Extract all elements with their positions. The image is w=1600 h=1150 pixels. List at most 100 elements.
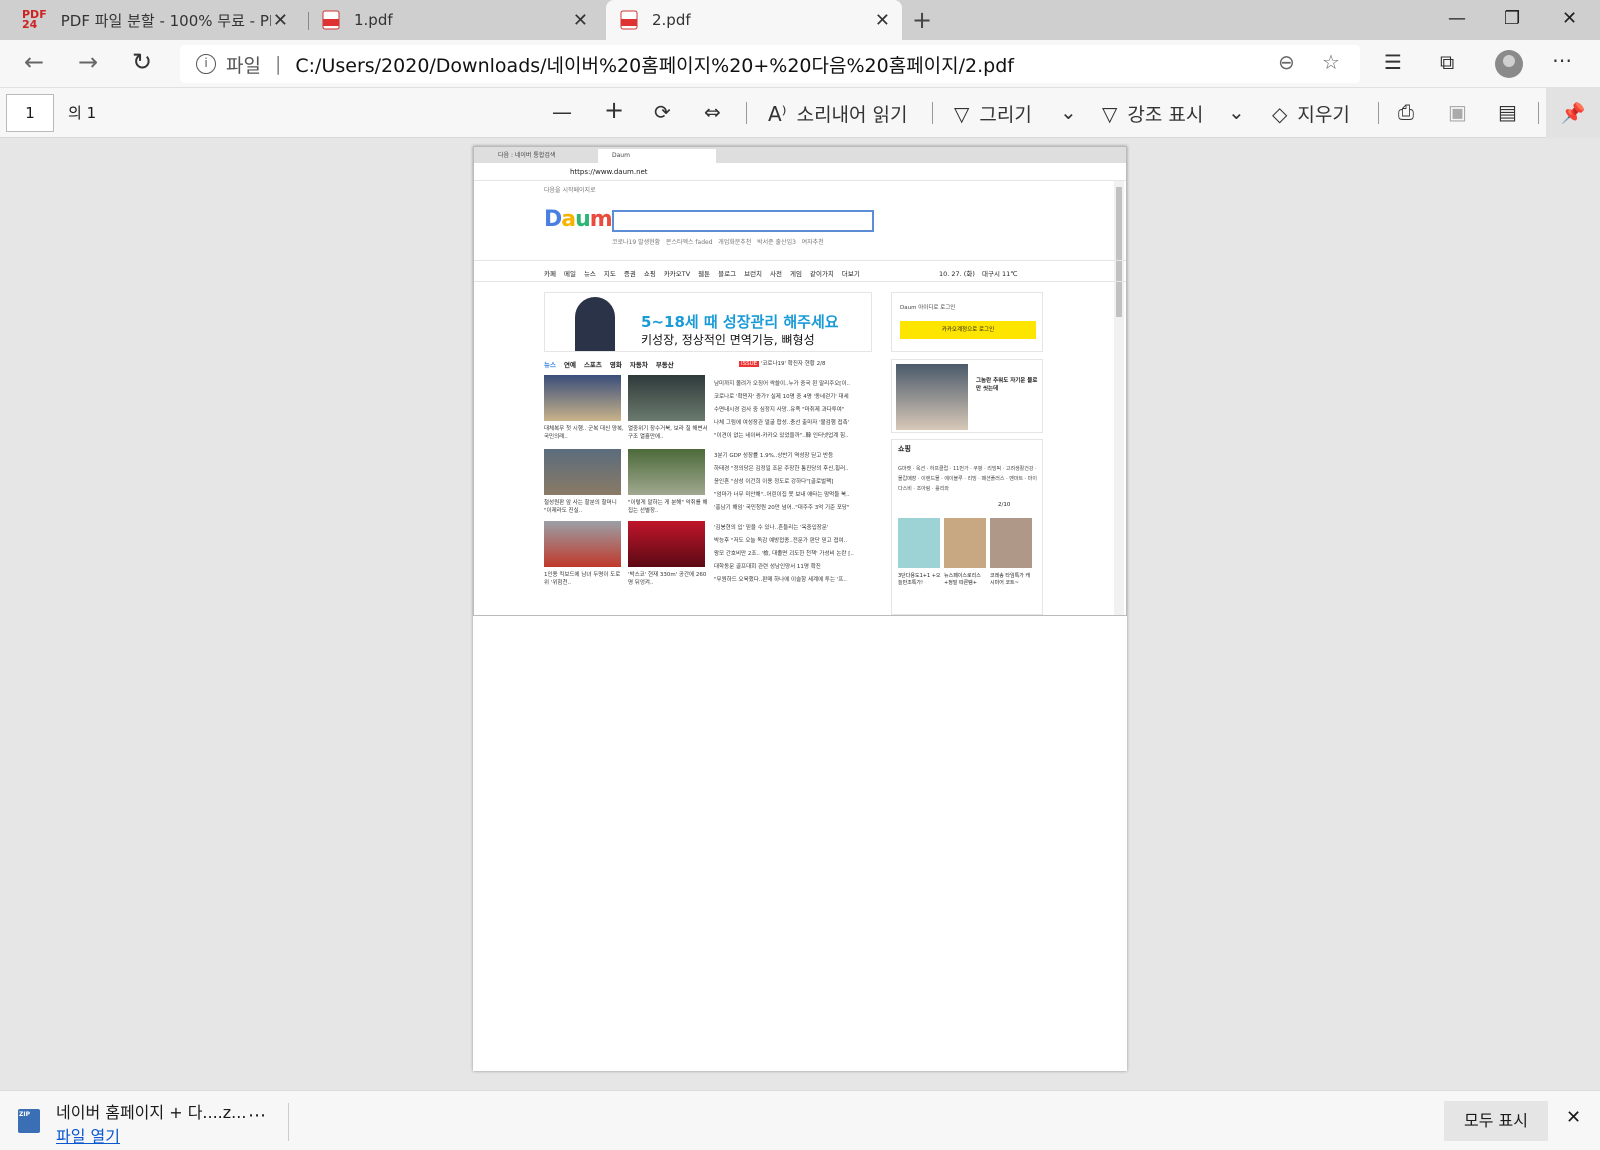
favorites-icon[interactable]: ☰ bbox=[1384, 50, 1402, 74]
show-all-button[interactable]: 모두 표시 bbox=[1444, 1101, 1548, 1141]
mini-scrollbar bbox=[1114, 181, 1124, 615]
pdf-file-icon bbox=[322, 10, 340, 30]
shop-caption: 뉴스페이스로리스 +정밀 따른템+ bbox=[944, 573, 981, 586]
banner-subtitle: 키성장, 정상적인 면역기능, 뼈형성 bbox=[641, 333, 815, 347]
shop-thumbnail bbox=[898, 518, 940, 568]
zoom-icon[interactable]: ⊖ bbox=[1278, 50, 1295, 74]
news-tab: 뉴스 bbox=[544, 361, 556, 369]
tab-label: 1.pdf bbox=[354, 11, 393, 29]
side-ad-text: 그놈란 추워도 자기운 물로만 씻는데 bbox=[976, 378, 1038, 392]
news-tab: 스포츠 bbox=[583, 361, 602, 369]
open-file-link[interactable]: 파일 열기 bbox=[56, 1123, 120, 1147]
daum-nav-item: 사전 bbox=[770, 270, 783, 278]
profile-avatar[interactable] bbox=[1495, 50, 1523, 78]
banner-title: 5~18세 때 성장관리 해주세요 bbox=[641, 313, 839, 331]
shopping-box: 쇼핑 G마켓 · 옥션 · 하프클럽 · 11번가 · 쿠팡 · 리빙픽 · 고… bbox=[891, 439, 1043, 615]
ad-banner: 5~18세 때 성장관리 해주세요 키성장, 정상적인 면역기능, 뼈형성 bbox=[544, 292, 872, 352]
daum-nav-item: 카페 bbox=[544, 270, 556, 278]
highlight-button[interactable]: ▽ 강조 표시 bbox=[1102, 100, 1203, 127]
read-aloud-label: 소리내어 읽기 bbox=[796, 104, 908, 126]
daum-nav-item: 더보기 bbox=[841, 270, 860, 278]
address-prefix: 파일 bbox=[226, 54, 261, 77]
save-as-icon[interactable]: ▤ bbox=[1498, 100, 1517, 124]
issue-text: ISSUE '코로나19' 확진자 현황 2/8 bbox=[739, 359, 825, 367]
news-tab: 자동차 bbox=[629, 361, 648, 369]
address-url: C:/Users/2020/Downloads/네이버%20홈페이지%20+%2… bbox=[295, 54, 1014, 77]
highlight-options-chevron-icon[interactable]: ⌄ bbox=[1228, 100, 1245, 124]
address-divider: | bbox=[274, 53, 282, 75]
shop-thumbnail bbox=[944, 518, 986, 568]
pdf24-icon: PDF 24 bbox=[22, 8, 47, 31]
news-thumbnail bbox=[628, 449, 705, 495]
read-aloud-button[interactable]: A⁾ 소리내어 읽기 bbox=[768, 100, 908, 127]
news-caption: 1인용 킥보드에 남녀 두명이 도로 위 '위험천.. bbox=[544, 572, 621, 586]
tab-bar: PDF24 PDF 파일 분할 - 100% 무료 - PDF24 Tools … bbox=[0, 0, 1600, 40]
minimize-button[interactable]: — bbox=[1448, 8, 1466, 29]
side-ad-image bbox=[896, 364, 968, 430]
address-input[interactable]: i 파일 | C:/Users/2020/Downloads/네이버%20홈페이… bbox=[180, 45, 1360, 83]
shop-thumbnail bbox=[990, 518, 1032, 568]
news-thumbnail bbox=[628, 521, 705, 567]
kakao-login-button: 카카오계정으로 로그인 bbox=[900, 321, 1036, 339]
daum-nav-item: 브런치 bbox=[744, 270, 763, 278]
shop-caption: 3단다용도1+1 +오늘만조특가! bbox=[898, 573, 941, 586]
start-page-link: 다음을 시작페이지로 bbox=[544, 187, 596, 194]
shopping-page: 2/10 bbox=[998, 502, 1011, 508]
more-icon[interactable]: ⋯ bbox=[1552, 48, 1572, 72]
fit-width-icon[interactable]: ⇔ bbox=[704, 100, 721, 124]
draw-options-chevron-icon[interactable]: ⌄ bbox=[1060, 100, 1077, 124]
daum-nav-item: 게임 bbox=[790, 270, 802, 278]
highlight-label: 강조 표시 bbox=[1127, 104, 1204, 126]
forward-icon[interactable]: → bbox=[78, 48, 98, 76]
trending-keywords: 코로나19 발생현황 몬스타엑스 faded 개업화분추천 박서준 출산임3 여… bbox=[612, 239, 824, 246]
close-tab-icon[interactable]: ✕ bbox=[875, 10, 890, 31]
close-tab-icon[interactable]: ✕ bbox=[573, 10, 588, 31]
collections-icon[interactable]: ⧉ bbox=[1440, 50, 1454, 74]
page-number-input[interactable]: 1 bbox=[6, 94, 54, 132]
page-screenshot-image: 다음 : 네이버 통합검색 Daum https://www.daum.net … bbox=[473, 146, 1127, 616]
download-more-icon[interactable]: ⋯ bbox=[248, 1105, 266, 1126]
pdf-viewer[interactable]: 다음 : 네이버 통합검색 Daum https://www.daum.net … bbox=[0, 138, 1600, 1090]
daum-nav-item: 증권 bbox=[623, 270, 636, 278]
erase-button[interactable]: ◇ 지우기 bbox=[1272, 100, 1350, 127]
pin-toolbar-icon[interactable]: 📌 bbox=[1546, 88, 1600, 138]
tab-2pdf[interactable]: 2.pdf ✕ bbox=[606, 0, 902, 40]
mini-address-bar: https://www.daum.net bbox=[474, 163, 1126, 181]
new-tab-button[interactable]: + bbox=[912, 6, 932, 34]
headline-item: "무원하드 오육했다..판매 하나에 이슬항 세계에 투는 '프.. bbox=[714, 577, 847, 583]
info-icon[interactable]: i bbox=[196, 54, 216, 74]
restore-button[interactable]: ❐ bbox=[1504, 8, 1520, 29]
headline-item: 윤인혼 "삼성 이건희 이용 정도로 강하다"[골로벌팩] bbox=[714, 479, 834, 485]
daum-nav-item: 메일 bbox=[563, 270, 576, 278]
daum-nav-item: 같이가치 bbox=[809, 270, 834, 278]
news-caption: 열중위기 장수거북, 보라 칠 해변서 구조 열흘만에.. bbox=[628, 426, 708, 440]
close-download-bar-icon[interactable]: ✕ bbox=[1566, 1107, 1581, 1128]
download-divider bbox=[288, 1103, 289, 1141]
pdf-page: 다음 : 네이버 통합검색 Daum https://www.daum.net … bbox=[473, 146, 1127, 1071]
close-tab-icon[interactable]: ✕ bbox=[273, 10, 288, 31]
rotate-icon[interactable]: ⟳ bbox=[654, 100, 671, 124]
save-icon[interactable]: ▣ bbox=[1448, 100, 1467, 124]
daum-nav-item: 카카오TV bbox=[663, 270, 691, 278]
tab-1pdf[interactable]: 1.pdf ✕ bbox=[310, 0, 600, 40]
daum-login-text: Daum 아이디로 로그인 bbox=[900, 305, 956, 311]
news-caption: '박스코' 현재 330m' 공간에 260명 뒤엉켜.. bbox=[628, 572, 707, 586]
print-icon[interactable]: ⎙ bbox=[1398, 100, 1414, 124]
zoom-out-icon[interactable]: — bbox=[552, 100, 572, 124]
issue-label: '코로나19' 확진자 현황 bbox=[760, 361, 815, 367]
favorite-star-icon[interactable]: ☆ bbox=[1322, 50, 1340, 74]
headline-item: 수면내시경 검사 중 심정지 사망..유족 "마취제 과다투여" bbox=[714, 407, 845, 413]
eraser-icon: ◇ bbox=[1272, 101, 1288, 126]
headline-item: 왕모 간호비만 2조.. '檢, 대졸면 괴도한 천책' 가성비 논란 [.. bbox=[714, 551, 854, 557]
back-icon[interactable]: ← bbox=[24, 48, 44, 76]
daum-nav-item: 지도 bbox=[603, 270, 616, 278]
news-thumbnail bbox=[544, 375, 621, 421]
close-window-button[interactable]: ✕ bbox=[1562, 8, 1577, 29]
zoom-in-icon[interactable]: + bbox=[604, 96, 624, 124]
refresh-icon[interactable]: ↻ bbox=[132, 48, 152, 76]
draw-label: 그리기 bbox=[979, 104, 1032, 126]
draw-button[interactable]: ▽ 그리기 bbox=[954, 100, 1032, 127]
tab-pdf24[interactable]: PDF24 PDF 파일 분할 - 100% 무료 - PDF24 Tools … bbox=[0, 0, 300, 40]
read-aloud-icon: A⁾ bbox=[768, 101, 787, 126]
news-tab: 연예 bbox=[563, 361, 576, 369]
